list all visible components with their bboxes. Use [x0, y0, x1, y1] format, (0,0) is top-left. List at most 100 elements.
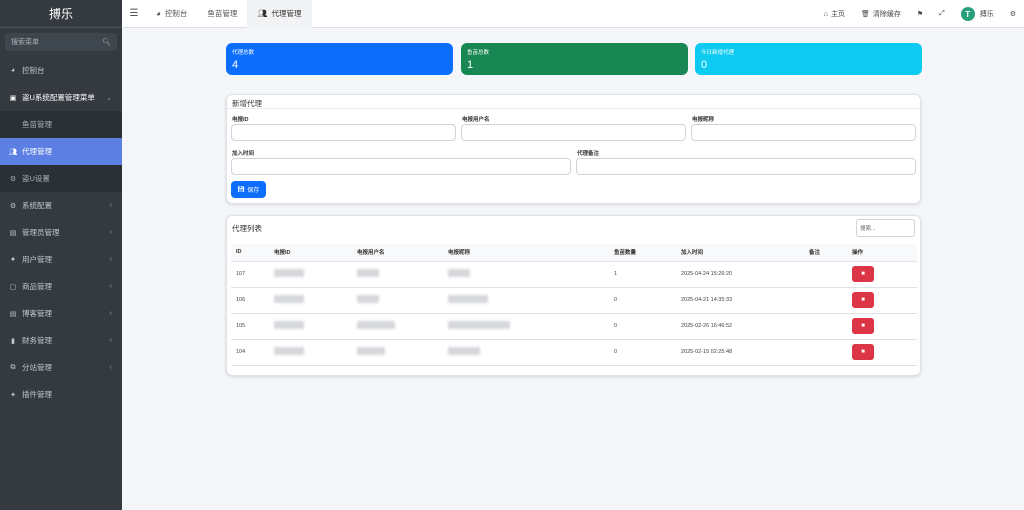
id-card-icon: ▤ — [9, 229, 17, 237]
cell-id: 106 — [231, 287, 269, 314]
stat-label: 鱼苗总数 — [467, 50, 490, 56]
chevron-left-icon: ‹ — [109, 256, 112, 263]
box-icon: ▢ — [9, 283, 17, 291]
col-header: 备注 — [804, 244, 847, 262]
col-header: 电报ID — [269, 244, 352, 262]
cell-join-time: 2025-02-26 16:46:52 — [676, 313, 804, 340]
col-header: 电报昵称 — [443, 244, 609, 262]
topbar-right: ⌂ 主页 🗑︎ 清除缓存 ⚑ ⤢ T 搏乐 ⚙ — [816, 0, 1024, 28]
users-icon: 👥︎ — [257, 9, 268, 18]
plug-icon: ✦ — [10, 391, 16, 399]
col-header: ID — [231, 244, 269, 262]
sidebar-item-dashboard[interactable]: ◕ 控制台 — [0, 57, 122, 84]
tg-nickname-input[interactable] — [691, 124, 916, 141]
sidebar-item-label: 分站管理 — [22, 363, 52, 372]
clear-cache-button[interactable]: 🗑︎ 清除缓存 — [853, 9, 909, 19]
remark-input[interactable] — [576, 158, 916, 175]
tg-id-input[interactable] — [231, 124, 456, 141]
cell-actions: ■ — [847, 339, 917, 366]
sidebar-item-agents[interactable]: 👥︎ 代理管理 — [0, 138, 122, 165]
sidebar-search-input[interactable]: 搜索菜单 — [11, 37, 39, 47]
sidebar-item-substations[interactable]: ⧉ 分站管理 ‹ — [0, 354, 122, 381]
cell-remark — [804, 313, 847, 340]
sidebar-search[interactable]: 搜索菜单 🔍︎ — [5, 33, 117, 51]
trash-icon: ■ — [861, 271, 865, 277]
list-search-input[interactable]: 搜索... — [856, 219, 915, 237]
stat-value: 1 — [467, 59, 474, 71]
sidebar-item-label: 用户管理 — [22, 255, 52, 264]
fullscreen-icon[interactable]: ⤢ — [931, 10, 953, 18]
join-time-label: 加入时间 — [232, 151, 255, 157]
sidebar-item-label: 财务管理 — [22, 336, 52, 345]
delete-button[interactable]: ■ — [852, 266, 874, 282]
book-icon: ▤ — [9, 310, 17, 318]
sidebar-item-admins[interactable]: ▤ 管理员管理 ‹ — [0, 219, 122, 246]
tab-label: 代理管理 — [271, 9, 302, 18]
cell-fish-count: 0 — [609, 287, 676, 314]
save-button[interactable]: 💾︎ 保存 — [231, 181, 266, 198]
cell-actions: ■ — [847, 313, 917, 340]
tab-dashboard[interactable]: ◕ 控制台 — [146, 0, 197, 28]
home-link[interactable]: ⌂ 主页 — [816, 9, 853, 19]
join-time-input[interactable] — [231, 158, 571, 175]
cell-tg-nickname — [443, 287, 609, 314]
trash-icon: ■ — [861, 349, 865, 355]
delete-button[interactable]: ■ — [852, 292, 874, 308]
stat-label: 代理总数 — [232, 50, 255, 56]
cell-join-time: 2025-02-15 02:25:48 — [676, 339, 804, 366]
add-agent-card: 新增代理 电报ID 电报用户名 电报昵称 加入时间 代理备注 💾︎ 保存 — [226, 94, 921, 204]
language-icon[interactable]: ⚑ — [909, 10, 931, 18]
sidebar-item-system[interactable]: ⚙ 系统配置 ‹ — [0, 192, 122, 219]
settings-icon[interactable]: ⚙ — [1002, 10, 1024, 18]
tg-username-label: 电报用户名 — [462, 117, 490, 123]
sidebar-item-label: 鱼苗管理 — [22, 120, 52, 129]
sidebar-item-system-config-menu[interactable]: ▣ 盗U系统配置管理菜单 ⌄ — [0, 84, 122, 111]
table-row: 107 1 2025-04-24 15:26:20 ■ — [231, 261, 917, 288]
sidebar-item-settings[interactable]: ⚙ 盗U设置 — [0, 165, 122, 192]
trash-icon: ■ — [861, 323, 865, 329]
dashboard-icon: ◕ — [10, 67, 16, 74]
hamburger-menu-icon[interactable]: ☰ — [122, 8, 146, 19]
agent-list-card: 代理列表 搜索... ID 电报ID 电报用户名 电报昵称 鱼苗数量 加入时间 … — [226, 215, 921, 376]
sidebar-item-fish[interactable]: 鱼苗管理 — [0, 111, 122, 138]
tab-fish[interactable]: 鱼苗管理 — [197, 0, 247, 28]
gear-icon: ⚙ — [9, 175, 17, 183]
sidebar-item-plugins[interactable]: ✦ 插件管理 — [0, 381, 122, 408]
search-icon[interactable]: 🔍︎ — [102, 38, 111, 46]
chevron-left-icon: ‹ — [109, 364, 112, 371]
tab-label: 控制台 — [164, 9, 188, 18]
delete-button[interactable]: ■ — [852, 344, 874, 360]
table-header-row: ID 电报ID 电报用户名 电报昵称 鱼苗数量 加入时间 备注 操作 — [231, 244, 917, 262]
sitemap-icon: ⧉ — [10, 363, 16, 371]
cell-fish-count: 0 — [609, 339, 676, 366]
col-header: 电报用户名 — [352, 244, 443, 262]
tg-username-input[interactable] — [461, 124, 686, 141]
sidebar-item-finance[interactable]: ▮ 财务管理 ‹ — [0, 327, 122, 354]
cell-fish-count: 1 — [609, 261, 676, 288]
tg-nickname-label: 电报昵称 — [692, 117, 715, 123]
sidebar-item-label: 盗U系统配置管理菜单 — [22, 93, 95, 102]
user-menu[interactable]: T 搏乐 — [953, 7, 1002, 21]
table-row: 106 0 2025-04-21 14:35:33 ■ — [231, 287, 917, 314]
home-icon: ⌂ — [823, 10, 828, 18]
sidebar-item-label: 盗U设置 — [22, 174, 50, 183]
sidebar-item-users[interactable]: ● 用户管理 ‹ — [0, 246, 122, 273]
cell-tg-username — [352, 287, 443, 314]
chevron-left-icon: ‹ — [109, 283, 112, 290]
stat-value: 0 — [701, 59, 708, 71]
agent-table: ID 电报ID 电报用户名 电报昵称 鱼苗数量 加入时间 备注 操作 107 1… — [231, 244, 917, 366]
cell-join-time: 2025-04-21 14:35:33 — [676, 287, 804, 314]
delete-button[interactable]: ■ — [852, 318, 874, 334]
sidebar-item-products[interactable]: ▢ 商品管理 ‹ — [0, 273, 122, 300]
sidebar-item-label: 插件管理 — [22, 390, 52, 399]
cell-fish-count: 0 — [609, 313, 676, 340]
topbar: ☰ ◕ 控制台 鱼苗管理 👥︎ 代理管理 ⌂ 主页 🗑︎ 清除缓存 ⚑ ⤢ T … — [122, 0, 1024, 28]
tab-agents[interactable]: 👥︎ 代理管理 — [247, 0, 312, 28]
brand-title[interactable]: 搏乐 — [0, 0, 122, 28]
cell-tg-username — [352, 313, 443, 340]
cell-id: 107 — [231, 261, 269, 288]
cell-tg-id — [269, 287, 352, 314]
table-row: 104 0 2025-02-15 02:25:48 ■ — [231, 339, 917, 366]
sidebar-item-blog[interactable]: ▤ 博客管理 ‹ — [0, 300, 122, 327]
cell-tg-id — [269, 313, 352, 340]
